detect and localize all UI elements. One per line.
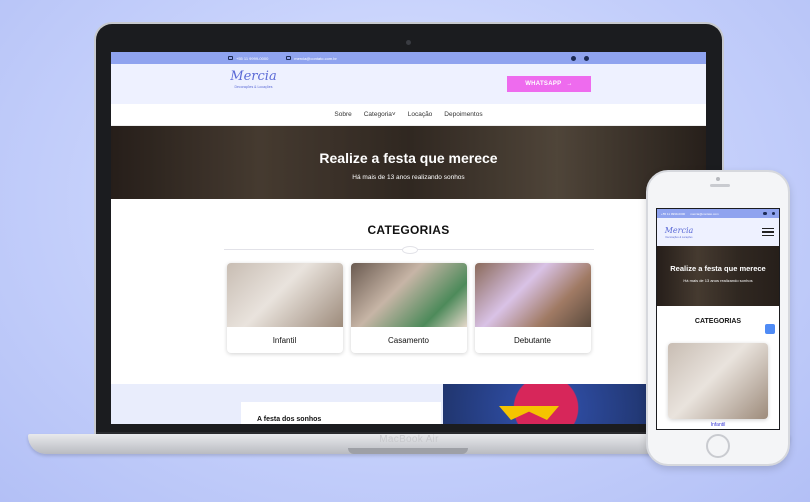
instagram-icon[interactable] [584, 55, 589, 61]
phone-topbar-phone[interactable]: +55 11 9999-0000 [661, 212, 685, 216]
category-label: Debutante [514, 335, 551, 345]
phone-logo-tagline: Decorações & Locações [665, 235, 693, 239]
facebook-icon[interactable] [763, 211, 767, 216]
site-topbar: +55 11 9999-0000 mercia@contato.com.br [111, 52, 706, 64]
site-header: Mercia Decorações & Locações WHATSAPP → [111, 64, 706, 104]
hero-banner: Realize a festa que merece Há mais de 13… [111, 126, 706, 199]
phone-camera [716, 177, 720, 181]
wonder-woman-emblem-icon [499, 406, 559, 420]
category-card-debutante[interactable]: Debutante [474, 263, 591, 353]
laptop-notch [348, 448, 468, 454]
topbar-phone-text: +55 11 9999-0000 [236, 55, 269, 61]
nav-item-categoria-label: Categoria [363, 111, 392, 118]
category-card-infantil[interactable]: Infantil [226, 263, 343, 353]
mockup-stage: MacBook Air +55 11 9999-0000 mercia@cont… [0, 0, 810, 502]
phone-header: Mercia Decorações & Locações [657, 218, 779, 246]
phone-hero-title: Realize a festa que merece [670, 264, 766, 273]
topbar-email-text: mercia@contato.com.br [294, 55, 337, 61]
phone-screen: +55 11 9999-0000 mercia@contato.com Merc… [656, 208, 780, 430]
phone-topbar-email[interactable]: mercia@contato.com [690, 212, 718, 216]
nav-item-locacao[interactable]: Locação [408, 111, 433, 118]
wonder-woman-decor-photo [443, 384, 649, 424]
phone-categories-title: CATEGORIAS [694, 318, 742, 325]
phone-logo-name: Mercia [664, 225, 694, 235]
topbar-email[interactable]: mercia@contato.com.br [286, 56, 337, 61]
whatsapp-label: WHATSAPP [525, 81, 562, 87]
laptop-model-label: MacBook Air [379, 434, 439, 445]
category-label: Casamento [388, 335, 429, 345]
phone-home-button[interactable] [706, 434, 730, 458]
phone-category-card[interactable] [668, 343, 768, 419]
phone-category-label[interactable]: Infantil [657, 422, 779, 428]
promo-card: A festa dos sonhos [241, 402, 441, 424]
promo-heading: A festa dos sonhos [257, 416, 322, 423]
phone-device: +55 11 9999-0000 mercia@contato.com Merc… [646, 170, 790, 466]
category-card-casamento[interactable]: Casamento [350, 263, 467, 353]
phone-icon [228, 56, 233, 60]
phone-speaker [710, 184, 730, 187]
hero-title: Realize a festa que merece [319, 150, 498, 166]
chevron-down-icon: ˅ [391, 111, 396, 118]
instagram-icon[interactable] [771, 211, 775, 216]
site-logo[interactable]: Mercia Decorações & Locações [226, 69, 281, 99]
phone-logo[interactable]: Mercia Decorações & Locações [662, 226, 696, 239]
hero-subtitle: Há mais de 13 anos realizando sonhos [352, 174, 465, 181]
categories-divider [223, 246, 594, 254]
nav-item-depoimentos[interactable]: Depoimentos [444, 111, 482, 118]
phone-topbar: +55 11 9999-0000 mercia@contato.com [657, 209, 779, 218]
phone-hero: Realize a festa que merece Há mais de 13… [657, 246, 779, 306]
debutante-photo [474, 263, 591, 327]
category-label: Infantil [272, 335, 297, 345]
categories-title: CATEGORIAS [367, 223, 450, 237]
logo-name: Mercia [230, 69, 277, 84]
logo-tagline: Decorações & Locações [234, 85, 273, 89]
phone-infantil-photo [668, 343, 768, 419]
topbar-phone[interactable]: +55 11 9999-0000 [228, 56, 268, 61]
casamento-photo [350, 263, 467, 327]
nav-item-sobre[interactable]: Sobre [334, 111, 351, 118]
category-cards: Infantil Casamento Debutante [111, 263, 706, 353]
arrow-right-icon: → [566, 81, 573, 87]
nav-item-categoria[interactable]: Categoria˅ [364, 111, 396, 118]
chat-widget-icon[interactable] [765, 324, 775, 334]
laptop-camera [406, 40, 411, 45]
phone-hero-subtitle: Há mais de 13 anos realizando sonhos [683, 278, 753, 283]
hamburger-menu-icon[interactable] [762, 227, 774, 237]
whatsapp-button[interactable]: WHATSAPP → [507, 76, 591, 92]
mail-icon [286, 56, 292, 60]
facebook-icon[interactable] [571, 55, 576, 61]
site-nav: Sobre Categoria˅ Locação Depoimentos [111, 104, 706, 126]
infantil-photo [226, 263, 343, 327]
laptop-screen: +55 11 9999-0000 mercia@contato.com.br M… [111, 52, 706, 424]
